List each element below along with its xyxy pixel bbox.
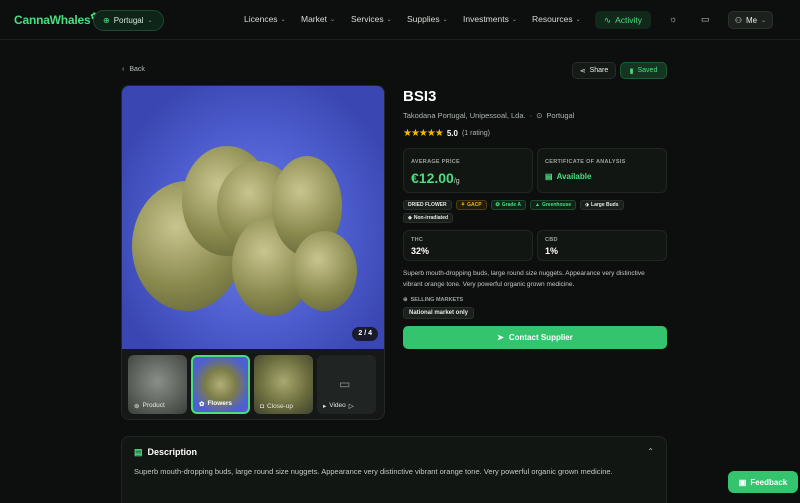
thumb-video[interactable]: ▭ ▸ Video ▷: [317, 355, 376, 414]
tag-icon: ⬗: [585, 202, 590, 208]
tag-dried-flower: DRIED FLOWER: [403, 200, 452, 210]
tag-large-buds: ⬗ Large Buds: [580, 200, 624, 210]
supplier-name[interactable]: Takodana Portugal, Unipessoal, Lda.: [403, 111, 526, 120]
send-icon: ➤: [497, 333, 504, 342]
activity-icon: ∿: [603, 14, 612, 25]
user-icon: ⚇: [734, 15, 742, 25]
cbd-card: CBD 1%: [537, 230, 667, 261]
tag-grade-a: ✪ Grade A: [490, 200, 527, 210]
tag-gacp: ⚘ GACP: [455, 200, 487, 210]
cbd-label: CBD: [545, 237, 558, 243]
chevron-down-icon: ⌄: [442, 16, 448, 23]
chat-icon: ▣: [738, 477, 747, 487]
thc-value: 32%: [411, 246, 430, 256]
contact-supplier-button[interactable]: ➤ Contact Supplier: [403, 326, 667, 349]
average-price: €12.00/g: [411, 170, 460, 186]
separator-dot: ·: [529, 111, 533, 120]
coa-card[interactable]: CERTIFICATE OF ANALYSIS ▤ Available: [537, 148, 667, 193]
camera-icon: ◘: [260, 403, 264, 410]
play-icon: ▷: [348, 403, 354, 410]
product-title: BSI3: [403, 88, 437, 105]
chevron-down-icon: ⌄: [147, 18, 153, 24]
thumb-close-up[interactable]: ◘ Close-up: [254, 355, 313, 414]
share-button[interactable]: ⋖ Share: [572, 62, 616, 79]
leaf-icon: ⚘: [460, 202, 466, 208]
nav-services[interactable]: Services ⌄: [351, 14, 392, 24]
thc-card: THC 32%: [403, 230, 533, 261]
coa-label: CERTIFICATE OF ANALYSIS: [545, 159, 626, 165]
average-price-label: AVERAGE PRICE: [411, 159, 461, 165]
thumb-product[interactable]: ⊛ Product: [128, 355, 187, 414]
chevron-down-icon: ⌄: [511, 16, 517, 23]
activity-button[interactable]: ∿ Activity: [595, 11, 651, 29]
supplier-line: Takodana Portugal, Unipessoal, Lda. · ⊙ …: [403, 111, 574, 120]
product-gallery: 2 / 4 ⊛ Product ✿ Flowers ◘ Close-up ▭ ▸ Vid…: [121, 85, 385, 420]
average-price-card: AVERAGE PRICE €12.00/g: [403, 148, 533, 193]
chevron-down-icon: ⌄: [329, 16, 336, 23]
user-menu[interactable]: ⚇ Me ⌄: [728, 11, 773, 29]
rating: ★★★★★ 5.0 (1 rating): [403, 128, 490, 139]
document-icon: ▤: [545, 172, 553, 181]
supplier-location: Portugal: [546, 111, 575, 120]
chevron-down-icon: ⌄: [761, 17, 767, 24]
product-icon: ⊛: [134, 403, 140, 410]
globe-icon: ⊕: [403, 297, 408, 303]
tag-greenhouse: ▲ Greenhouse: [530, 200, 577, 210]
back-link[interactable]: ‹ Back: [122, 66, 145, 73]
top-nav: CannaWhales✿ ⊕ Portugal ⌄ Licences⌄ Mark…: [0, 0, 800, 40]
star-rating-icon: ★★★★★: [403, 128, 444, 139]
chevron-down-icon: ⌄: [575, 16, 581, 23]
video-camera-icon: ▭: [339, 377, 351, 391]
selling-markets-label: ⊕ SELLING MARKETS: [403, 297, 464, 303]
country-label: Portugal: [113, 16, 144, 25]
theme-toggle-icon[interactable]: ☼: [669, 14, 677, 24]
logo[interactable]: CannaWhales✿: [14, 11, 98, 27]
location-pin-icon: ⊙: [536, 111, 543, 120]
rating-count: (1 rating): [461, 130, 490, 137]
chevron-left-icon: ‹: [122, 66, 125, 73]
chevron-up-icon[interactable]: ⌃: [647, 447, 654, 456]
thc-label: THC: [411, 237, 424, 243]
document-icon: ▤: [134, 447, 143, 457]
globe-icon: ⊕: [103, 16, 110, 25]
leaf-icon: ✿: [199, 401, 205, 408]
image-counter: 2 / 4: [352, 327, 378, 341]
rating-score: 5.0: [446, 129, 458, 138]
tag-non-irradiated: ◈ Non-irradiated: [403, 213, 454, 223]
saved-button[interactable]: ▮ Saved: [620, 62, 667, 79]
product-tags: DRIED FLOWER ⚘ GACP ✪ Grade A ▲ Greenhouse …: [403, 200, 633, 223]
thumbnail-strip: ⊛ Product ✿ Flowers ◘ Close-up ▭ ▸ Video ▷: [128, 355, 376, 414]
nav-resources[interactable]: Resources ⌄: [532, 14, 581, 24]
nav-market[interactable]: Market ⌄: [301, 14, 335, 24]
country-selector[interactable]: ⊕ Portugal ⌄: [93, 10, 164, 31]
coa-value: ▤ Available: [545, 172, 592, 181]
bookmark-icon: ▮: [629, 67, 634, 75]
award-icon: ✪: [495, 202, 500, 208]
thumb-flowers[interactable]: ✿ Flowers: [191, 355, 250, 414]
share-icon: ⋖: [579, 67, 586, 75]
description-header[interactable]: ▤ Description: [134, 447, 197, 458]
market-badge: National market only: [403, 307, 475, 319]
inbox-icon[interactable]: ▭: [701, 14, 710, 25]
nav-investments[interactable]: Investments ⌄: [463, 14, 517, 24]
main-product-image[interactable]: 2 / 4: [122, 86, 384, 349]
description-panel: ▤ Description ⌃ Superb mouth-dropping bud…: [121, 436, 667, 503]
tree-icon: ▲: [535, 202, 540, 208]
chevron-down-icon: ⌄: [280, 16, 286, 23]
video-icon: ▸: [323, 403, 327, 410]
shield-icon: ◈: [408, 215, 412, 221]
cbd-value: 1%: [545, 246, 559, 256]
short-description: Superb mouth-dropping buds, large round …: [403, 270, 645, 288]
description-text: Superb mouth-dropping buds, large round …: [134, 467, 613, 476]
nav-licences[interactable]: Licences ⌄: [244, 14, 286, 24]
nav-supplies[interactable]: Supplies ⌄: [407, 14, 448, 24]
feedback-button[interactable]: ▣ Feedback: [728, 471, 798, 493]
chevron-down-icon: ⌄: [386, 16, 392, 23]
